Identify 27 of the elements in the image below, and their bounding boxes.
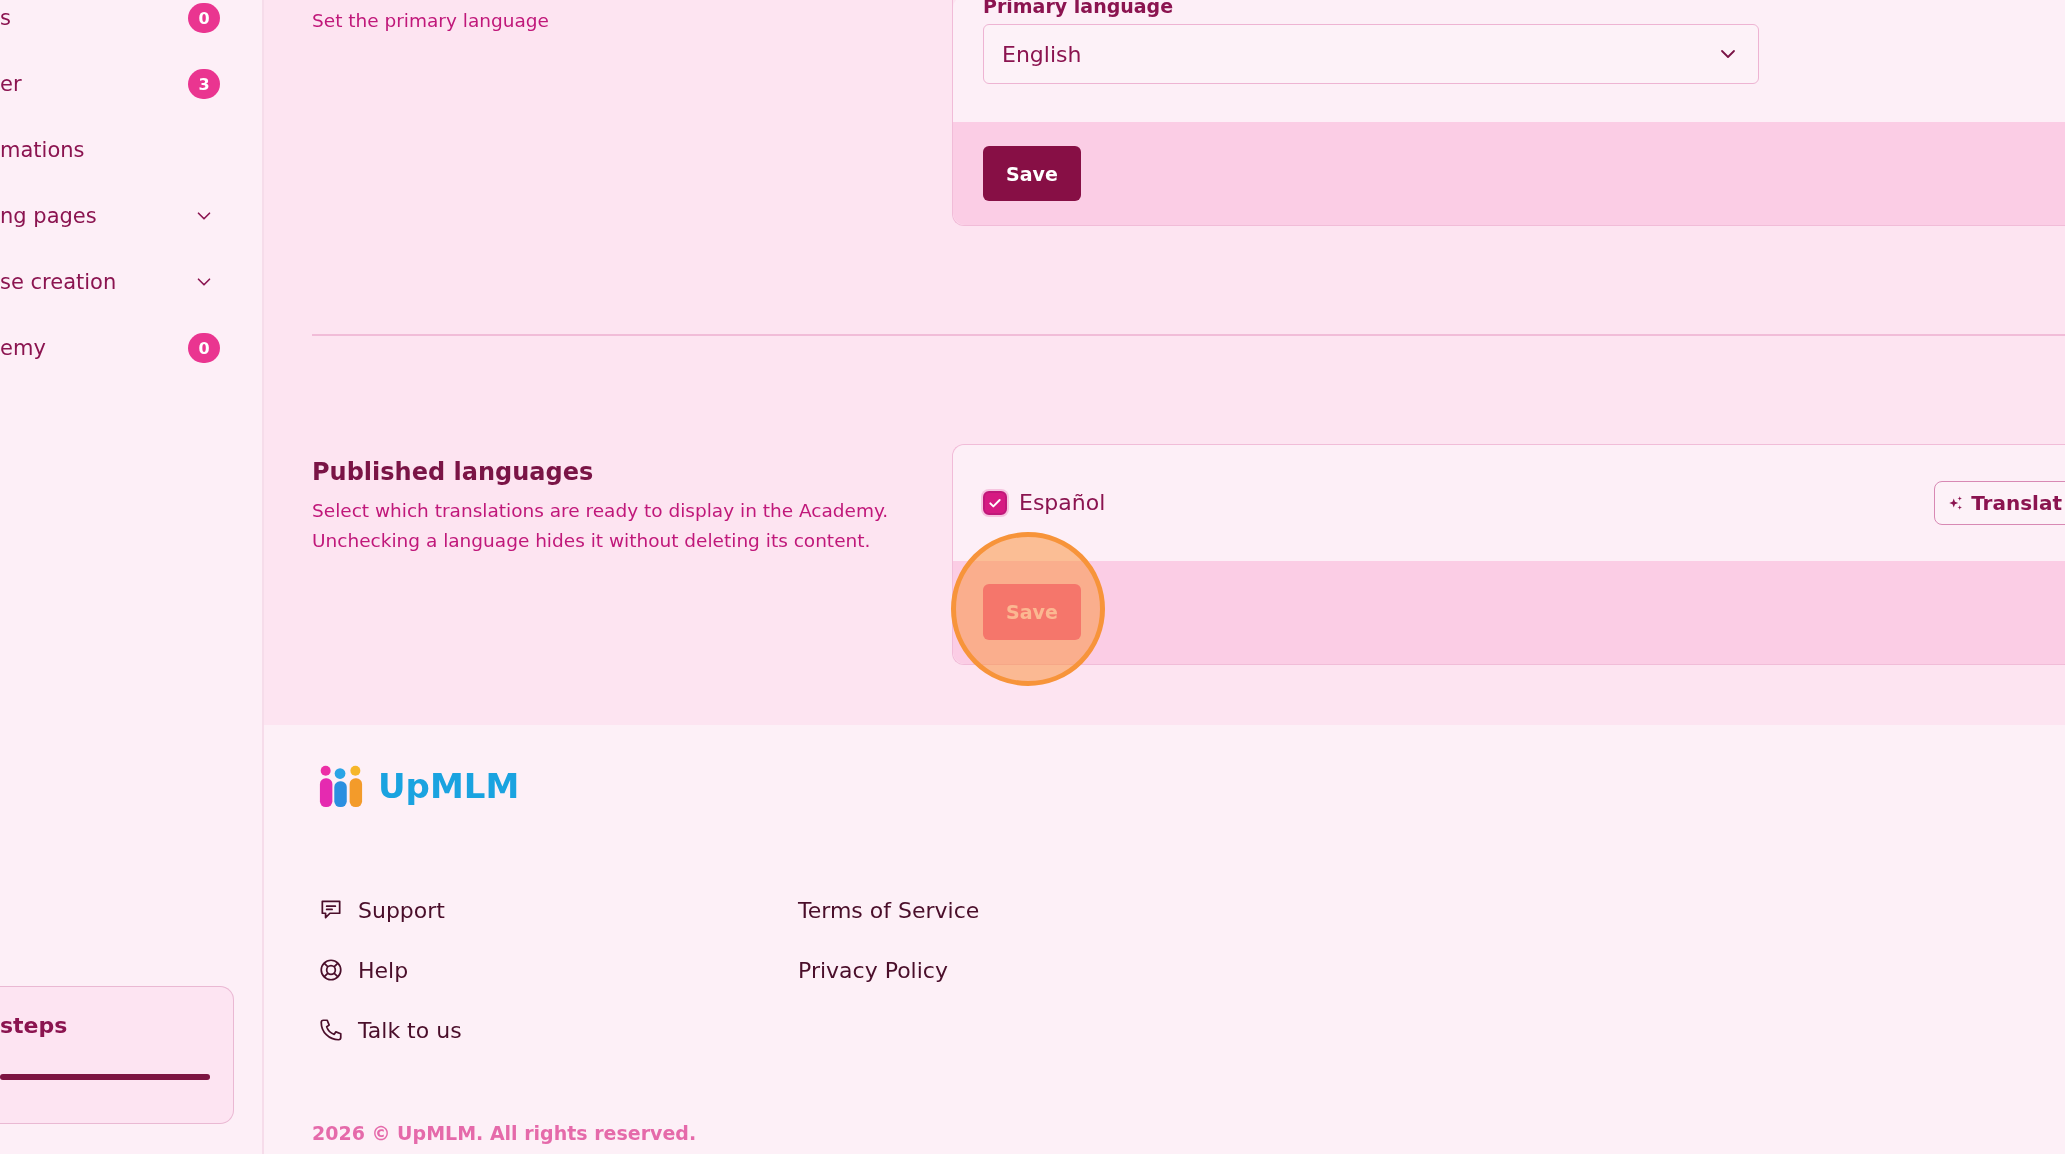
sidebar-item[interactable]: er 3 bbox=[0, 51, 262, 117]
language-select[interactable]: English bbox=[983, 24, 1759, 84]
lifebuoy-icon bbox=[318, 957, 344, 983]
section-description: Set the primary language bbox=[312, 9, 550, 33]
section-description: Select which translations are ready to display in the Academy. Unchecking a language hides it without deleting its content. bbox=[312, 498, 890, 553]
phone-icon bbox=[318, 1017, 344, 1043]
steps-title: steps bbox=[0, 1013, 69, 1038]
section-title: Published languages bbox=[312, 457, 595, 486]
language-label: Español bbox=[1019, 490, 1107, 515]
sidebar-item[interactable]: mations bbox=[0, 117, 262, 183]
save-button[interactable]: Save bbox=[983, 146, 1081, 201]
count-badge: 0 bbox=[188, 333, 220, 363]
checkbox[interactable] bbox=[983, 490, 1007, 515]
count-badge: 0 bbox=[188, 3, 220, 33]
sidebar-item[interactable]: emy 0 bbox=[0, 315, 262, 381]
count-badge: 3 bbox=[188, 69, 220, 99]
brand-name: UpMLM bbox=[378, 765, 520, 806]
footer-link[interactable]: Support bbox=[312, 892, 445, 928]
footer-link[interactable]: Privacy Policy bbox=[798, 952, 948, 988]
translate-button[interactable]: Translat bbox=[1934, 480, 2065, 525]
copyright-text: 2026 © UpMLM. All rights reserved. bbox=[312, 1121, 698, 1144]
footer-link[interactable]: Talk to us bbox=[312, 1012, 462, 1048]
footer-link[interactable]: Terms of Service bbox=[798, 892, 980, 928]
sidebar-item[interactable]: ng pages bbox=[0, 183, 262, 249]
footer-link[interactable]: Help bbox=[312, 952, 409, 988]
sidebar-item[interactable]: se creation bbox=[0, 249, 262, 315]
sidebar-item[interactable]: s 0 bbox=[0, 0, 262, 51]
